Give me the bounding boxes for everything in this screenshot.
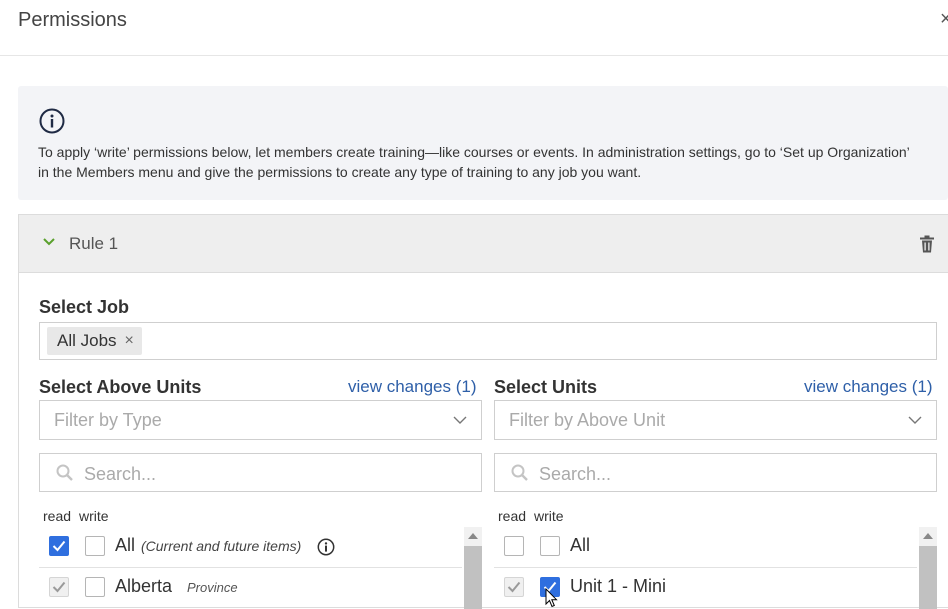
chevron-down-icon[interactable] (43, 237, 55, 247)
read-column-header: read (43, 508, 72, 524)
scroll-up-icon[interactable] (468, 533, 478, 539)
info-circle-icon[interactable] (317, 538, 335, 556)
read-checkbox[interactable] (504, 536, 524, 556)
chevron-down-icon (908, 416, 922, 424)
scroll-thumb[interactable] (464, 546, 482, 609)
above-units-label: Select Above Units (39, 377, 202, 397)
chevron-down-icon (453, 416, 467, 424)
info-circle-icon (39, 108, 65, 134)
write-checkbox[interactable] (85, 536, 105, 556)
units-list: All Unit 1 - Mini (494, 527, 937, 609)
trash-icon[interactable] (919, 235, 935, 253)
write-checkbox[interactable] (85, 577, 105, 597)
filter-by-type-select[interactable]: Filter by Type (39, 400, 482, 440)
list-item: All (Current and future items) (39, 527, 462, 568)
list-item: All (494, 527, 917, 568)
info-banner: To apply ‘write’ permissions below, let … (18, 86, 948, 200)
units-search-input[interactable] (537, 461, 921, 487)
scroll-up-icon[interactable] (923, 533, 933, 539)
job-chip: All Jobs × (47, 327, 142, 355)
filter-by-above-unit-select[interactable]: Filter by Above Unit (494, 400, 937, 440)
unit-note: (Current and future items) (141, 538, 302, 554)
unit-label: All (570, 535, 591, 555)
dialog-title: Permissions (18, 9, 127, 31)
above-units-search[interactable] (39, 453, 482, 492)
above-units-search-input[interactable] (82, 461, 466, 487)
search-icon (56, 464, 73, 481)
info-text: To apply ‘write’ permissions below, let … (38, 144, 910, 180)
mouse-cursor-icon (545, 588, 558, 608)
read-checkbox[interactable] (49, 536, 69, 556)
select-job-label: Select Job (39, 297, 130, 317)
read-checkbox (504, 577, 524, 597)
scrollbar[interactable] (464, 527, 482, 609)
write-column-header: write (79, 508, 109, 524)
unit-label: Unit 1 - Mini (570, 576, 667, 596)
read-column-header: read (498, 508, 527, 524)
job-chip-label: All Jobs (57, 331, 117, 350)
filter-by-above-unit-placeholder: Filter by Above Unit (509, 410, 666, 430)
search-icon (511, 464, 528, 481)
unit-type-tag: Province (187, 580, 238, 595)
above-units-list: All (Current and future items) Alberta P… (39, 527, 482, 609)
rule-title: Rule 1 (69, 234, 119, 253)
close-icon[interactable]: × (940, 8, 948, 31)
remove-chip-icon[interactable]: × (125, 332, 134, 350)
rule-header[interactable]: Rule 1 (19, 215, 948, 273)
units-view-changes-link[interactable]: view changes (1) (804, 377, 933, 397)
write-checkbox[interactable] (540, 536, 560, 556)
units-label: Select Units (494, 377, 598, 397)
dialog-header: Permissions × (0, 0, 948, 56)
units-search[interactable] (494, 453, 937, 492)
write-column-header: write (534, 508, 564, 524)
unit-label: Alberta (115, 576, 173, 596)
filter-by-type-placeholder: Filter by Type (54, 410, 162, 430)
above-units-view-changes-link[interactable]: view changes (1) (348, 377, 477, 397)
rule-panel: Rule 1 Select Job All Jobs × Select Abov… (18, 214, 948, 609)
job-select[interactable]: All Jobs × (39, 322, 937, 360)
scrollbar[interactable] (919, 527, 937, 609)
list-item: Alberta Province (39, 568, 462, 608)
unit-label: All (115, 535, 136, 555)
read-checkbox (49, 577, 69, 597)
scroll-thumb[interactable] (919, 546, 937, 609)
